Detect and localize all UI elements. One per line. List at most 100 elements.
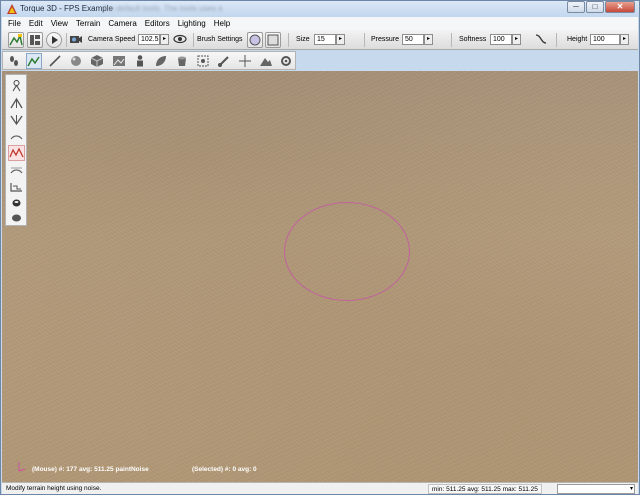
image-icon (113, 56, 125, 66)
selected-readout: (Selected) #: 0 avg: 0 (192, 466, 257, 473)
size-field[interactable]: 15 (314, 34, 336, 45)
camera-speed-arrow[interactable]: ▸ (160, 34, 169, 45)
torque-logo-icon (7, 4, 17, 14)
terrain-tool-6[interactable] (112, 54, 126, 68)
status-dropdown[interactable]: ▾ (557, 484, 635, 494)
brush-cursor (284, 202, 410, 301)
terrain-tool-11[interactable] (217, 54, 231, 68)
lower-height-icon (10, 115, 23, 126)
menu-file[interactable]: File (8, 19, 21, 28)
visibility-button[interactable] (173, 32, 189, 48)
move-icon (239, 55, 251, 67)
brush-tool-5[interactable] (8, 145, 25, 161)
terrain-tool-1[interactable] (7, 54, 21, 68)
round-brush-button[interactable] (247, 32, 263, 48)
play-icon (52, 36, 58, 44)
set-empty-icon (12, 214, 21, 222)
softness-label: Softness (459, 36, 487, 43)
circle-brush-icon (249, 34, 261, 46)
terrain-tool-3[interactable] (48, 54, 62, 68)
brush-tool-6[interactable] (9, 163, 24, 177)
brush-tool-1[interactable] (9, 79, 24, 93)
softness-curve-button[interactable] (534, 32, 550, 48)
size-arrow[interactable]: ▸ (336, 34, 345, 45)
gui-editor-button[interactable] (27, 32, 43, 48)
world-editor-button[interactable] (8, 32, 24, 48)
bucket-icon (178, 56, 186, 66)
menu-edit[interactable]: Edit (29, 19, 43, 28)
size-label: Size (296, 36, 310, 43)
terrain-tool-13[interactable] (259, 54, 273, 68)
close-button[interactable]: ✕ (605, 1, 635, 13)
sphere-icon (71, 56, 81, 66)
menu-lighting[interactable]: Lighting (178, 19, 206, 28)
pressure-field[interactable]: 50 (402, 34, 424, 45)
terrain-tool-9[interactable] (175, 54, 189, 68)
menu-terrain[interactable]: Terrain (76, 19, 100, 28)
ruler-icon (49, 55, 61, 67)
menu-camera[interactable]: Camera (108, 19, 136, 28)
smooth-icon (10, 135, 23, 140)
terrain-tool-14[interactable] (279, 54, 293, 68)
terrain-edit-icon (9, 33, 23, 46)
brush-tool-9[interactable] (9, 211, 24, 225)
leaf-icon (156, 56, 166, 66)
camera-speed-field[interactable]: 102.5 (138, 34, 160, 45)
terrain-viewport[interactable]: (Mouse) #: 177 avg: 511.25 paintNoise (S… (2, 71, 638, 482)
terrain-tool-5[interactable] (90, 54, 104, 68)
layout-icon (30, 35, 40, 45)
terrain-brush-toolbar (5, 74, 27, 226)
play-game-button[interactable] (46, 32, 62, 48)
main-toolbar: Camera Speed 102.5 ▸ Brush Settings Size… (2, 30, 638, 50)
flatten-icon (10, 167, 23, 174)
menu-editors[interactable]: Editors (145, 19, 170, 28)
footprints-icon (10, 56, 18, 66)
height-label: Height (567, 36, 588, 43)
paint-noise-icon (9, 147, 24, 158)
terrain-tool-8[interactable] (154, 54, 168, 68)
menu-bar: File Edit View Terrain Camera Editors Li… (2, 17, 638, 30)
curve-icon (535, 34, 547, 44)
brush-icon (218, 56, 229, 67)
menu-view[interactable]: View (51, 19, 68, 28)
eye-icon (173, 34, 187, 44)
window-title: Torque 3D - FPS Example (20, 4, 113, 13)
height-field[interactable]: 100 (590, 34, 620, 45)
brush-tool-3[interactable] (9, 113, 24, 127)
pressure-arrow[interactable]: ▸ (424, 34, 433, 45)
mouse-readout: (Mouse) #: 177 avg: 511.25 paintNoise (32, 466, 149, 473)
camera-speed-label: Camera Speed (88, 36, 136, 43)
square-brush-icon (267, 34, 279, 46)
camera-icon (70, 36, 82, 43)
menu-help[interactable]: Help (214, 19, 230, 28)
square-brush-button[interactable] (265, 32, 281, 48)
minimize-button[interactable]: ─ (567, 1, 585, 13)
brush-tool-8[interactable] (9, 196, 24, 210)
terrain-tool-toolbar (2, 51, 296, 70)
gear-icon (281, 56, 291, 66)
terrain-tool-7[interactable] (133, 54, 147, 68)
clear-empty-icon (12, 199, 21, 207)
status-bar: Modify terrain height using noise. min: … (2, 482, 638, 494)
brush-settings-label: Brush Settings (197, 36, 243, 43)
maximize-button[interactable]: □ (586, 1, 604, 13)
brush-tool-4[interactable] (9, 130, 24, 144)
terrain-tool-10[interactable] (196, 54, 210, 68)
softness-arrow[interactable]: ▸ (512, 34, 521, 45)
terrain-tool-4[interactable] (69, 54, 83, 68)
window-controls: ─ □ ✕ (566, 1, 635, 15)
brush-tool-7[interactable] (9, 180, 24, 194)
title-bar[interactable]: Torque 3D - FPS Example the default tool… (1, 1, 639, 17)
bounds-icon (197, 55, 209, 67)
cube-icon (90, 55, 104, 67)
terrain-height-icon (27, 56, 40, 67)
terrain-tool-12[interactable] (238, 54, 252, 68)
status-message: Modify terrain height using noise. (6, 485, 102, 492)
brush-tool-2[interactable] (9, 96, 24, 110)
chevron-down-icon: ▾ (629, 486, 633, 492)
toolbar-separator (288, 33, 289, 47)
softness-field[interactable]: 100 (490, 34, 512, 45)
camera-mode-button[interactable] (69, 32, 85, 48)
height-arrow[interactable]: ▸ (620, 34, 629, 45)
terrain-tool-2[interactable] (26, 53, 42, 69)
